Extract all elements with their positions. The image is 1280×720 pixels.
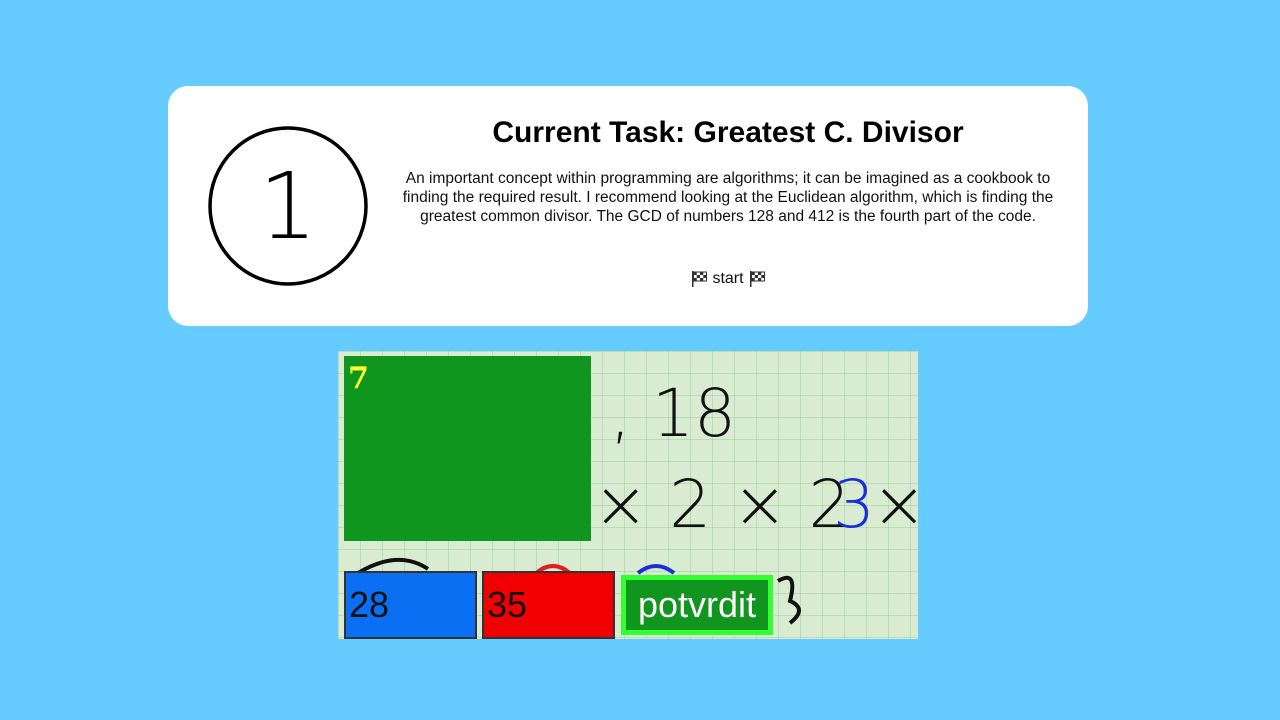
step-number-icon: 1 xyxy=(208,126,368,286)
game-area: , 18 × 2 × 2 × 3 7 28 35 potvrdit xyxy=(338,351,918,639)
math-line-2-blue: 3 xyxy=(833,466,875,543)
checkered-flag-icon xyxy=(749,271,765,287)
number-tile-28[interactable]: 28 xyxy=(344,571,477,639)
confirm-button[interactable]: potvrdit xyxy=(621,575,773,635)
task-text-block: Current Task: Greatest C. Divisor An imp… xyxy=(388,114,1068,293)
checkered-flag-icon xyxy=(692,271,708,287)
step-number: 1 xyxy=(259,153,318,260)
task-card: 1 Current Task: Greatest C. Divisor An i… xyxy=(168,86,1088,326)
task-description: An important concept within programming … xyxy=(402,170,1054,225)
target-value: 7 xyxy=(348,361,369,396)
target-drop-zone[interactable]: 7 xyxy=(344,356,591,541)
start-button[interactable]: start xyxy=(690,270,765,288)
math-line-1: , 18 xyxy=(610,375,736,452)
number-tile-35[interactable]: 35 xyxy=(482,571,615,639)
task-title: Current Task: Greatest C. Divisor xyxy=(492,116,964,149)
start-label: start xyxy=(712,270,744,287)
